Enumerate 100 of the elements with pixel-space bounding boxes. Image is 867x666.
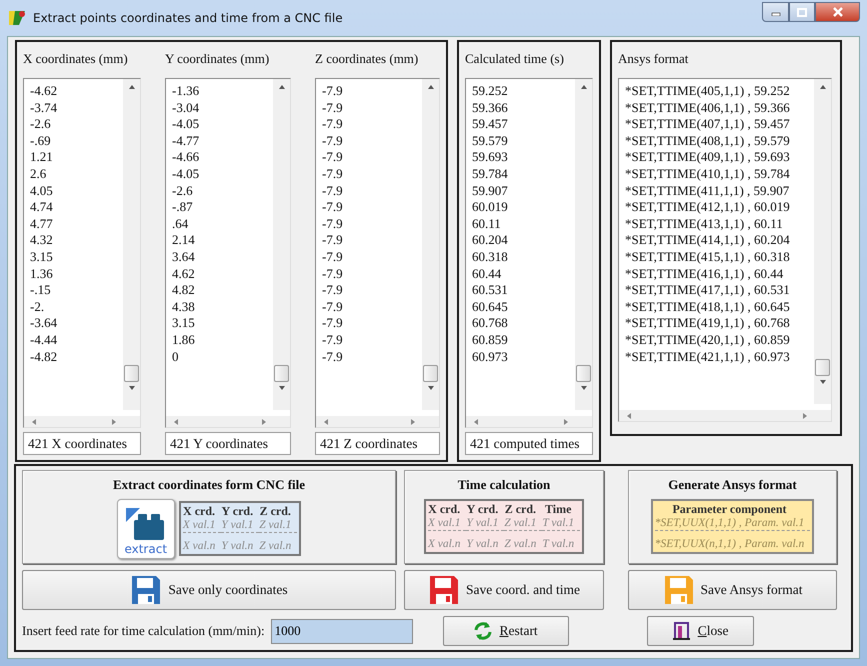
table-header: X crd. xyxy=(428,502,466,516)
minimize-button[interactable] xyxy=(762,2,789,22)
table-cell: Y val.n xyxy=(466,530,504,550)
list-item: 1.21 xyxy=(30,149,54,166)
door-icon xyxy=(672,621,692,641)
list-item: 4.82 xyxy=(172,282,196,299)
table-cell: Z val.1 xyxy=(259,518,298,532)
table-header: Parameter component xyxy=(671,502,788,516)
list-item: 59.457 xyxy=(472,116,509,133)
list-item: -3.74 xyxy=(30,100,58,116)
close-icon xyxy=(832,7,844,17)
save-button[interactable]: Save Ansys format xyxy=(628,570,837,610)
list-item: 60.645 xyxy=(472,298,509,316)
table-header: Time xyxy=(544,502,572,516)
list-item: *SET,TTIME(412,1,1) , 60.019 xyxy=(625,199,791,216)
table-cell: *SET,UUX(n,1,1) , Param. val.n xyxy=(654,530,810,550)
table-cell: Z val.n xyxy=(504,530,542,550)
table-cell: T val.n xyxy=(542,530,580,550)
list-item: *SET,TTIME(419,1,1) , 60.768 xyxy=(625,315,791,332)
list-item: 60.973 xyxy=(472,348,509,366)
list-item: *SET,TTIME(414,1,1) , 60.204 xyxy=(625,232,791,249)
maximize-button[interactable] xyxy=(789,2,815,22)
list-item: -7.9 xyxy=(322,348,344,366)
list-item: -7.9 xyxy=(322,282,344,299)
table-cell: Z val.n xyxy=(259,532,298,553)
list-item: *SET,TTIME(408,1,1) , 59.579 xyxy=(625,132,791,150)
list-item: -7.9 xyxy=(322,100,344,116)
list-item: -7.9 xyxy=(322,132,344,150)
action-button[interactable]: Close xyxy=(646,616,754,646)
list-item: 60.768 xyxy=(472,315,509,332)
list-item: -7.9 xyxy=(322,315,344,332)
list-item: 60.318 xyxy=(472,248,509,266)
list-item: -4.82 xyxy=(30,348,58,366)
table-header: Z crd. xyxy=(259,504,292,518)
list-item: 60.204 xyxy=(472,232,509,249)
list-item: 4.77 xyxy=(30,216,54,232)
feed-rate-field[interactable]: 1000 xyxy=(270,618,413,644)
list-item: -7.9 xyxy=(322,83,344,100)
list-item: *SET,TTIME(406,1,1) , 59.366 xyxy=(625,100,791,116)
list-item: 60.019 xyxy=(472,199,509,216)
list-item: 2.6 xyxy=(30,166,48,183)
list-item: 3.15 xyxy=(172,315,196,332)
action-button[interactable]: Restart xyxy=(442,616,569,646)
table-cell: *SET,UUX(1,1,1) , Param. val.1 xyxy=(654,516,810,530)
column-label: Calculated time (s) xyxy=(465,50,565,68)
list-item: 59.784 xyxy=(472,166,509,183)
list-item: -3.04 xyxy=(172,100,200,116)
table-header: Y crd. xyxy=(466,502,500,516)
list-item: *SET,TTIME(413,1,1) , 60.11 xyxy=(625,216,784,232)
list-item: *SET,TTIME(415,1,1) , 60.318 xyxy=(625,248,791,266)
list-item: -4.05 xyxy=(172,166,200,183)
list-item: 4.38 xyxy=(172,298,196,316)
table-cell: X val.1 xyxy=(428,516,466,530)
list-item: -.69 xyxy=(30,132,52,150)
list-item: -4.44 xyxy=(30,332,58,348)
list-item: 4.62 xyxy=(172,266,196,282)
list-item: 4.32 xyxy=(30,232,54,249)
list-item: *SET,TTIME(417,1,1) , 60.531 xyxy=(625,282,791,299)
list-item: 60.11 xyxy=(472,216,502,232)
list-item: 2.14 xyxy=(172,232,196,249)
list-item: *SET,TTIME(405,1,1) , 59.252 xyxy=(625,83,791,100)
save-button[interactable]: Save coord. and time xyxy=(404,570,604,610)
count-field: 421 X coordinates xyxy=(23,432,141,455)
list-item: -7.9 xyxy=(322,166,344,183)
list-item: -7.9 xyxy=(322,298,344,316)
list-item: -7.9 xyxy=(322,248,344,266)
list-item: -7.9 xyxy=(322,332,344,348)
list-item: 4.74 xyxy=(30,199,54,216)
list-item: -7.9 xyxy=(322,149,344,166)
panel-title: Generate Ansys format xyxy=(668,476,797,494)
app-icon xyxy=(7,8,27,28)
window-title: Extract points coordinates and time from a CNC file xyxy=(33,10,343,27)
maximize-icon xyxy=(797,8,807,16)
list-item: -7.9 xyxy=(322,216,344,232)
panel-title: Time calculation xyxy=(458,476,550,494)
list-item: 3.64 xyxy=(172,248,196,266)
list-item: -2. xyxy=(30,298,46,316)
list-item: -3.64 xyxy=(30,315,58,332)
list-item: -4.05 xyxy=(172,116,200,133)
list-item: 59.252 xyxy=(472,83,509,100)
list-item: 3.15 xyxy=(30,248,54,266)
list-item: 60.531 xyxy=(472,282,509,299)
extract-icon[interactable]: extract xyxy=(116,498,175,558)
brick-icon xyxy=(126,508,166,542)
refresh-icon xyxy=(473,621,494,641)
icon-label: extract xyxy=(124,542,168,556)
table-header: Y crd. xyxy=(221,504,254,518)
list-item: .64 xyxy=(172,216,190,232)
close-button[interactable] xyxy=(815,2,860,22)
table-cell: Y val.1 xyxy=(221,518,260,532)
save-button[interactable]: Save only coordinates xyxy=(22,570,396,610)
list-item: -4.62 xyxy=(30,83,58,100)
list-item: -7.9 xyxy=(322,182,344,200)
list-item: -.15 xyxy=(30,282,52,299)
list-item: 1.36 xyxy=(30,266,54,282)
list-item: -.87 xyxy=(172,199,194,216)
list-item: -4.66 xyxy=(172,149,200,166)
list-item: 60.859 xyxy=(472,332,509,348)
count-field: 421 computed times xyxy=(465,432,593,455)
list-item: 0 xyxy=(172,348,180,366)
